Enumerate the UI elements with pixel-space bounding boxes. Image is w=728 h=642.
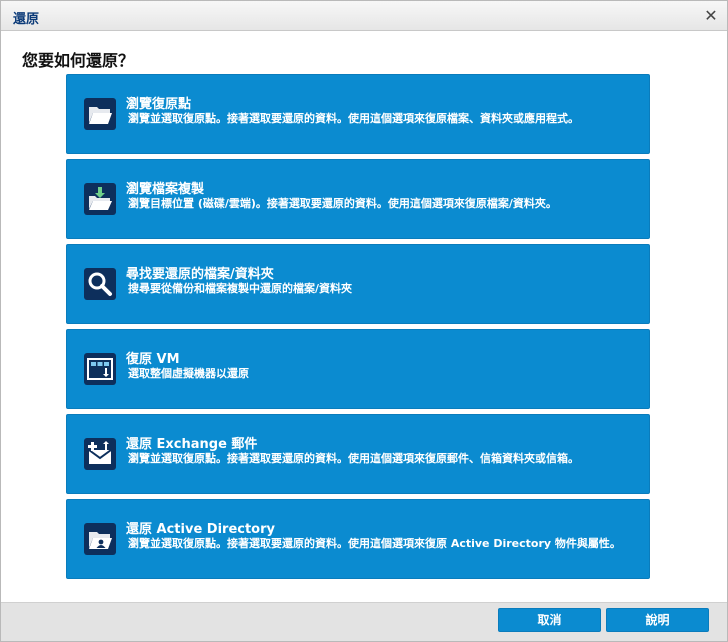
restore-dialog: 還原 ✕ 您要如何還原？ 瀏覽復原點 瀏覽並選取復原點。接著選取要還原的資料。使… [0,0,728,642]
option-description: 瀏覽並選取復原點。接著選取要還原的資料。使用這個選項來復原檔案、資料夾或應用程式… [128,112,579,125]
cancel-button[interactable]: 取消 [498,608,601,632]
exchange-mail-icon [84,438,116,470]
option-label: 瀏覽檔案複製 [126,182,205,197]
option-recover-vm[interactable]: 復原 VM 選取整個虛擬機器以還原 [66,329,650,409]
close-icon[interactable]: ✕ [703,8,719,24]
option-label: 瀏覽復原點 [126,97,192,112]
option-browse-file-copies[interactable]: 瀏覽檔案複製 瀏覽目標位置 (磁碟/雲端)。接著選取要還原的資料。使用這個選項來… [66,159,650,239]
option-find-files[interactable]: 尋找要還原的檔案/資料夾 搜尋要從備份和檔案複製中還原的檔案/資料夾 [66,244,650,324]
option-label: 還原 Exchange 郵件 [126,437,258,452]
dialog-footer: 取消 說明 [1,602,727,641]
vm-icon [84,353,116,385]
restore-options-list: 瀏覽復原點 瀏覽並選取復原點。接著選取要還原的資料。使用這個選項來復原檔案、資料… [66,74,650,584]
option-label: 還原 Active Directory [126,522,275,537]
option-restore-active-directory[interactable]: 還原 Active Directory 瀏覽並選取復原點。接著選取要還原的資料。… [66,499,650,579]
option-description: 瀏覽並選取復原點。接著選取要還原的資料。使用這個選項來復原郵件、信箱資料夾或信箱… [128,452,579,465]
dialog-titlebar[interactable]: 還原 ✕ [1,1,727,31]
option-label: 復原 VM [126,352,180,367]
option-browse-recovery-points[interactable]: 瀏覽復原點 瀏覽並選取復原點。接著選取要還原的資料。使用這個選項來復原檔案、資料… [66,74,650,154]
option-description: 瀏覽目標位置 (磁碟/雲端)。接著選取要還原的資料。使用這個選項來復原檔案/資料… [128,197,557,210]
restore-question: 您要如何還原？ [22,51,135,70]
option-description: 選取整個虛擬機器以還原 [128,367,249,380]
search-icon [84,268,116,300]
folder-open-icon [84,98,116,130]
active-directory-icon [84,523,116,555]
option-label: 尋找要還原的檔案/資料夾 [126,267,274,282]
option-description: 瀏覽並選取復原點。接著選取要還原的資料。使用這個選項來復原 Active Dir… [128,537,621,550]
option-restore-exchange-mail[interactable]: 還原 Exchange 郵件 瀏覽並選取復原點。接著選取要還原的資料。使用這個選… [66,414,650,494]
option-description: 搜尋要從備份和檔案複製中還原的檔案/資料夾 [128,282,353,295]
help-button[interactable]: 說明 [606,608,709,632]
dialog-title: 還原 [13,12,40,27]
folder-download-icon [84,183,116,215]
